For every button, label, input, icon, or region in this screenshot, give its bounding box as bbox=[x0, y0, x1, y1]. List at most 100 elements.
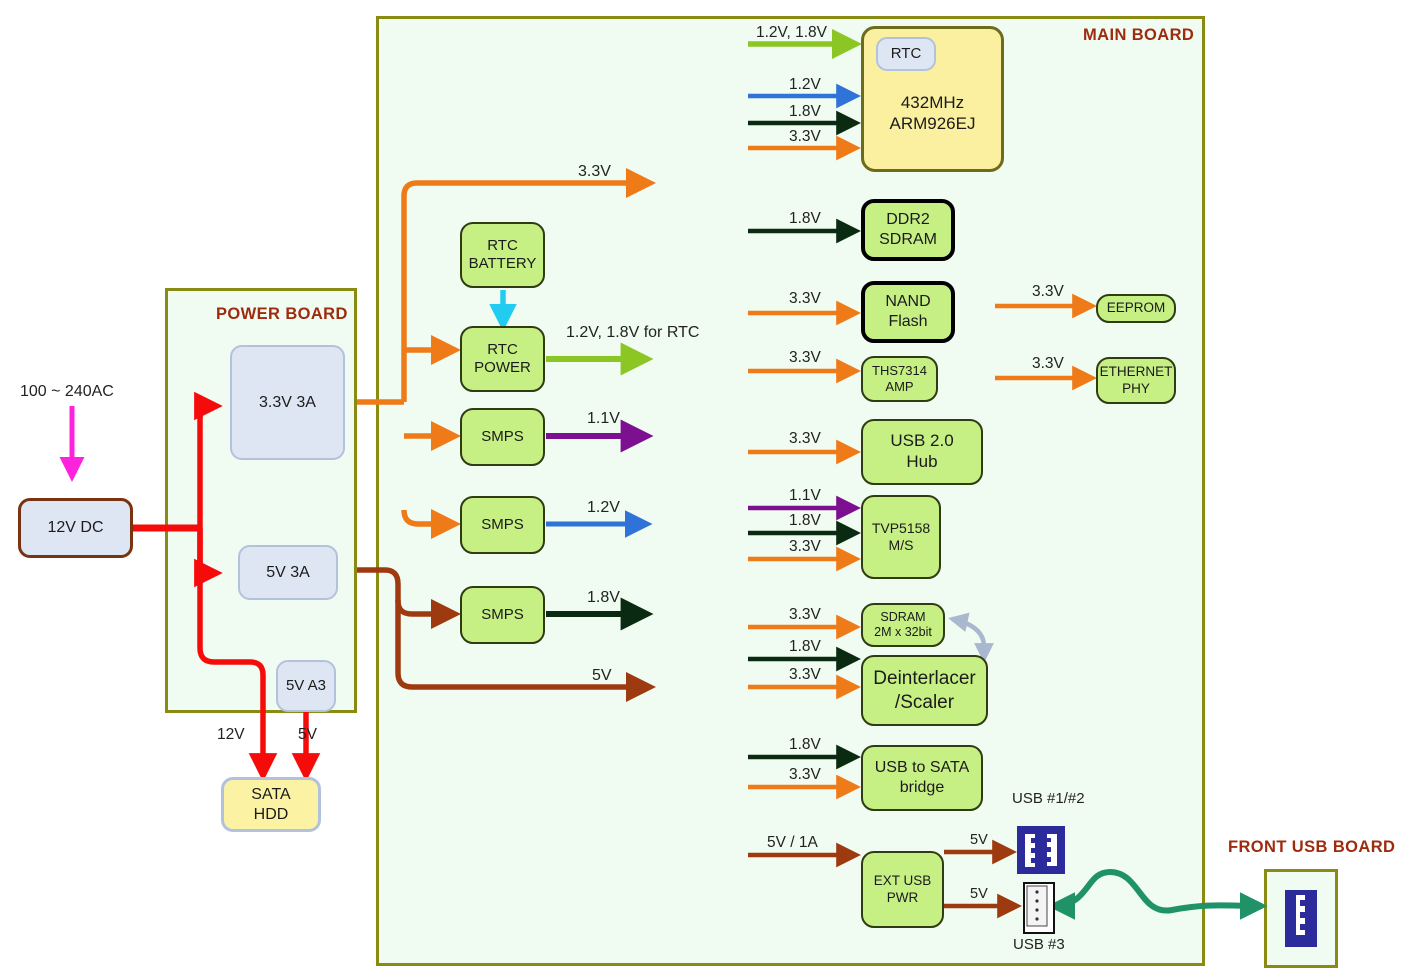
cpu-line2: ARM926EJ bbox=[889, 114, 976, 133]
block-5v-3a: 5V 3A bbox=[238, 545, 338, 600]
scaler-line2: /Scaler bbox=[894, 691, 955, 713]
block-cpu: RTC 432MHz ARM926EJ bbox=[861, 26, 1004, 172]
tvp-rail-2-label: 3.3V bbox=[789, 538, 821, 555]
out-12v-label: 12V bbox=[217, 726, 245, 743]
cpu-rail-1-label: 1.2V bbox=[789, 76, 821, 93]
diagram-canvas: POWER BOARD MAIN BOARD FRONT USB BOARD 1… bbox=[0, 0, 1401, 978]
rtc-battery-line2: BATTERY bbox=[468, 255, 537, 272]
rtc-battery-line1: RTC bbox=[487, 236, 518, 254]
eeprom-label: EEPROM bbox=[1106, 300, 1166, 316]
rtc-power-line1: RTC bbox=[487, 340, 518, 358]
sdram2m-rail-label: 3.3V bbox=[789, 606, 821, 623]
nand-line2: Flash bbox=[888, 313, 928, 330]
out-1v1-label: 1.1V bbox=[587, 410, 620, 427]
bus-3v3-label: 3.3V bbox=[578, 163, 611, 180]
smps-1v2-label: SMPS bbox=[481, 515, 524, 533]
block-ths7314-amp: THS7314 AMP bbox=[861, 356, 938, 402]
usbsata-rail-1-label: 3.3V bbox=[789, 766, 821, 783]
ethphy-line2: PHY bbox=[1122, 380, 1150, 396]
block-sdram-2m: SDRAM 2M x 32bit bbox=[861, 603, 945, 647]
block-sata-hdd: SATA HDD bbox=[221, 777, 321, 832]
block-12v-dc-label: 12V DC bbox=[47, 519, 104, 537]
block-ddr2-sdram: DDR2 SDRAM bbox=[861, 199, 955, 261]
bus-5v-label: 5V bbox=[592, 667, 612, 684]
ths-line1: THS7314 bbox=[872, 363, 927, 379]
usbsata-line2: bridge bbox=[899, 779, 945, 796]
connector-usb-1-2 bbox=[1017, 826, 1065, 874]
block-rtc-power: RTC POWER bbox=[460, 326, 545, 392]
usbsata-line1: USB to SATA bbox=[874, 759, 970, 777]
usb-port-glyphs-icon bbox=[1025, 834, 1057, 867]
board-front-usb-title: FRONT USB BOARD bbox=[1228, 838, 1396, 856]
rtc-tag-label: RTC bbox=[890, 44, 922, 62]
block-ethernet-phy: ETHERNET PHY bbox=[1096, 357, 1176, 404]
block-smps-1v1: SMPS bbox=[460, 408, 545, 466]
block-5v-3a-label: 5V 3A bbox=[266, 563, 310, 581]
cpu-rail-3-label: 3.3V bbox=[789, 128, 821, 145]
usbhub-line1: USB 2.0 bbox=[890, 431, 954, 451]
cpu-line1: 432MHz bbox=[900, 93, 965, 113]
cpu-rail-2-label: 1.8V bbox=[789, 103, 821, 120]
out-1v8-label: 1.8V bbox=[587, 589, 620, 606]
smps-1v8-label: SMPS bbox=[481, 605, 524, 623]
block-3v3-3a: 3.3V 3A bbox=[230, 345, 345, 460]
usb-1-2-label: USB #1/#2 bbox=[1012, 790, 1085, 807]
usbsata-rail-0-label: 1.8V bbox=[789, 736, 821, 753]
nand-line1: NAND bbox=[885, 293, 931, 311]
extusb-out2-label: 5V bbox=[970, 886, 988, 902]
ethphy-rail-label: 3.3V bbox=[1032, 355, 1064, 372]
board-power-title: POWER BOARD bbox=[216, 305, 348, 323]
scaler-rail-1-label: 3.3V bbox=[789, 666, 821, 683]
block-ext-usb-pwr: EXT USB PWR bbox=[861, 851, 944, 928]
extusb-rail-in-label: 5V / 1A bbox=[767, 834, 818, 851]
sata-line1: SATA bbox=[251, 785, 291, 803]
smps-1v1-label: SMPS bbox=[481, 427, 524, 445]
scaler-line1: Deinterlacer bbox=[873, 668, 976, 690]
ddr2-line2: SDRAM bbox=[879, 231, 937, 248]
block-eeprom: EEPROM bbox=[1096, 294, 1176, 323]
tvp-line2: M/S bbox=[888, 537, 914, 553]
usb-port-glyph-icon bbox=[1296, 895, 1305, 935]
block-tvp5158: TVP5158 M/S bbox=[861, 495, 941, 579]
connector-front-usb bbox=[1285, 890, 1317, 947]
block-3v3-3a-label: 3.3V 3A bbox=[259, 393, 316, 411]
extusb-line2: PWR bbox=[886, 889, 919, 905]
block-smps-1v2: SMPS bbox=[460, 496, 545, 554]
rtc-power-line2: POWER bbox=[474, 359, 531, 376]
ethphy-line1: ETHERNET bbox=[1099, 364, 1173, 380]
eeprom-rail-label: 3.3V bbox=[1032, 283, 1064, 300]
block-rtc-tag: RTC bbox=[876, 37, 936, 71]
tvp-rail-0-label: 1.1V bbox=[789, 487, 821, 504]
sdram2m-line2: 2M x 32bit bbox=[874, 625, 932, 639]
board-main-title: MAIN BOARD bbox=[1083, 26, 1195, 44]
usbhub-rail-label: 3.3V bbox=[789, 430, 821, 447]
ths-line2: AMP bbox=[885, 379, 914, 394]
ac-input-label: 100 ~ 240AC bbox=[20, 383, 114, 400]
block-nand-flash: NAND Flash bbox=[861, 281, 955, 343]
tvp-rail-1-label: 1.8V bbox=[789, 512, 821, 529]
block-deinterlacer-scaler: Deinterlacer /Scaler bbox=[861, 655, 988, 726]
block-5v-a3: 5V A3 bbox=[276, 660, 336, 712]
block-usb-to-sata-bridge: USB to SATA bridge bbox=[861, 745, 983, 811]
cpu-rail-0-label: 1.2V, 1.8V bbox=[756, 24, 827, 41]
usb-header-pins-icon bbox=[1026, 885, 1048, 927]
connector-usb-3 bbox=[1023, 882, 1055, 934]
block-smps-1v8: SMPS bbox=[460, 586, 545, 644]
ddr2-line1: DDR2 bbox=[886, 211, 930, 229]
ddr2-rail-label: 1.8V bbox=[789, 210, 821, 227]
usb-3-label: USB #3 bbox=[1013, 936, 1065, 953]
sdram2m-line1: SDRAM bbox=[880, 609, 926, 624]
nand-rail-label: 3.3V bbox=[789, 290, 821, 307]
rtc-power-out-label: 1.2V, 1.8V for RTC bbox=[566, 324, 700, 341]
block-rtc-battery: RTC BATTERY bbox=[460, 222, 545, 288]
scaler-rail-0-label: 1.8V bbox=[789, 638, 821, 655]
sata-line2: HDD bbox=[253, 805, 289, 823]
block-5v-a3-label: 5V A3 bbox=[285, 676, 327, 694]
extusb-out1-label: 5V bbox=[970, 832, 988, 848]
tvp-line1: TVP5158 bbox=[871, 519, 931, 536]
block-12v-dc: 12V DC bbox=[18, 498, 133, 558]
out-1v2-label: 1.2V bbox=[587, 499, 620, 516]
block-usb2-hub: USB 2.0 Hub bbox=[861, 419, 983, 485]
extusb-line1: EXT USB bbox=[873, 873, 932, 889]
ths-rail-label: 3.3V bbox=[789, 349, 821, 366]
